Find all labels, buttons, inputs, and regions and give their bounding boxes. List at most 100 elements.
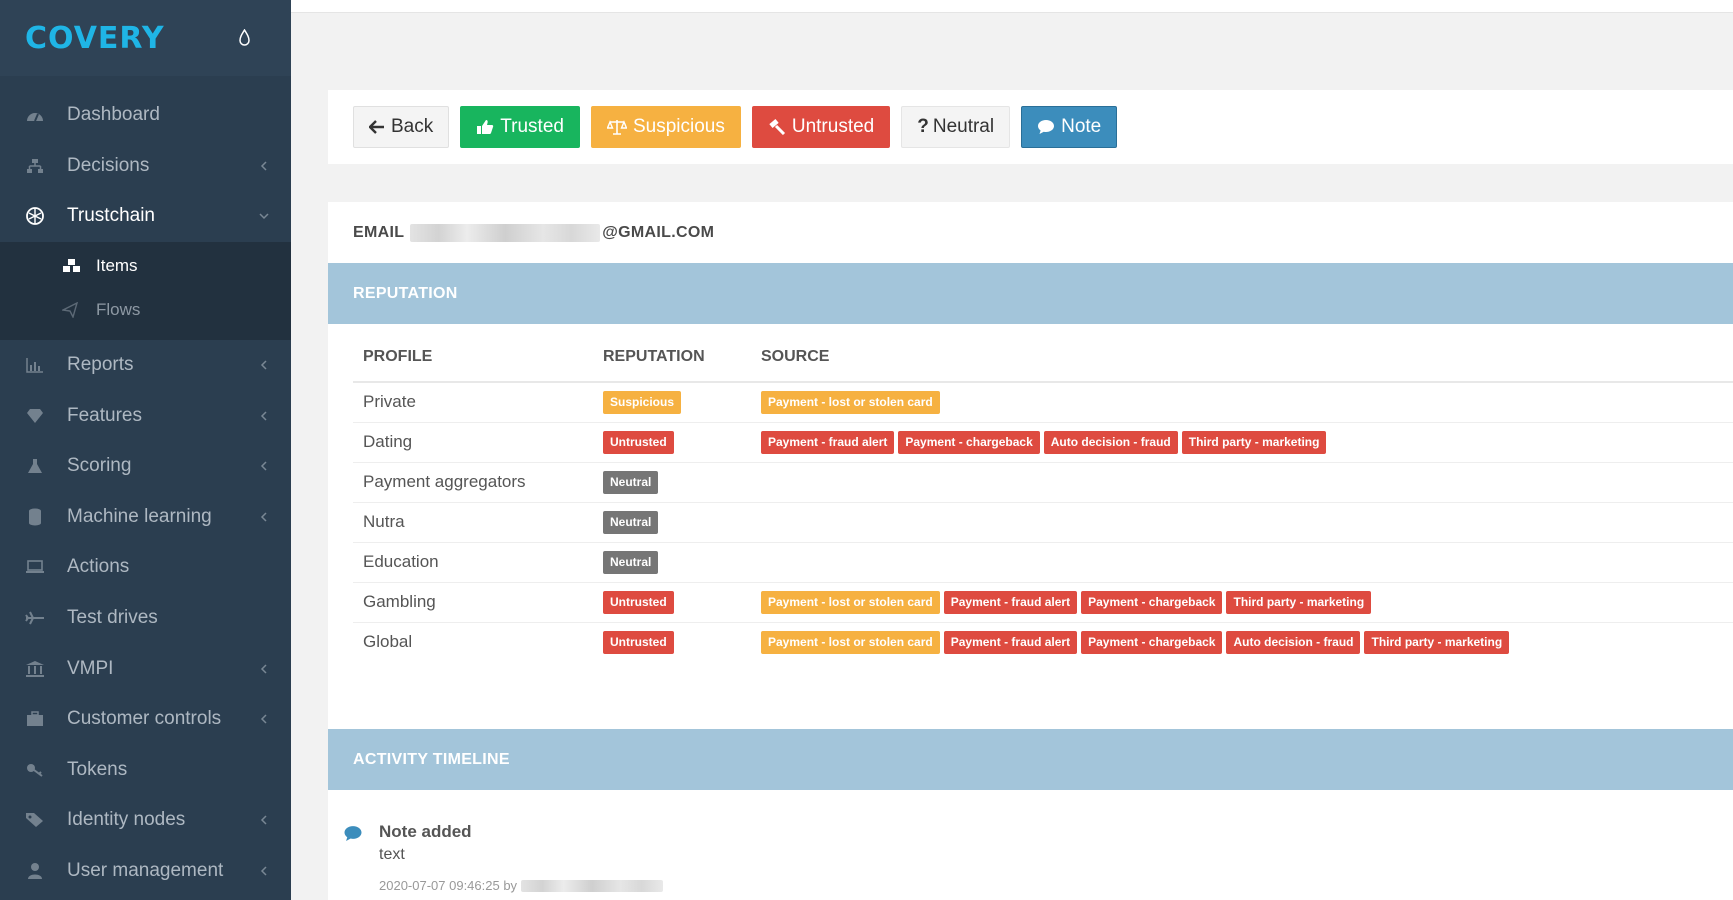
chevron-down-icon	[259, 213, 269, 220]
table-row: Gambling Untrusted Payment - lost or stole…	[353, 581, 1733, 622]
email-redacted-local-part	[410, 223, 601, 242]
timeline-entry-meta: 2020-07-07 09:46:25 by	[379, 878, 665, 893]
cubes-icon	[62, 257, 84, 275]
source-badge: Payment - chargeback	[898, 430, 1040, 454]
chevron-left-icon	[260, 461, 267, 471]
database-icon	[24, 507, 46, 527]
source-badge: Auto decision - fraud	[1043, 430, 1178, 454]
sidebar-item-dashboard[interactable]: Dashboard	[0, 90, 291, 141]
sidebar-item-actions[interactable]: Actions	[0, 542, 291, 593]
paper-plane-icon	[62, 301, 84, 319]
source-cell: Payment - lost or stolen card	[751, 381, 1733, 422]
sidebar-item-test-drives[interactable]: Test drives	[0, 593, 291, 644]
dashboard-icon	[24, 105, 46, 125]
user-icon	[24, 861, 46, 881]
sidebar-subitem-flows[interactable]: Flows	[0, 288, 291, 332]
sidebar-item-label: Customer controls	[67, 708, 222, 730]
sidebar-subitem-items[interactable]: Items	[0, 244, 291, 288]
untrusted-button-label: Untrusted	[791, 116, 875, 137]
chevron-left-icon	[260, 512, 267, 522]
flask-icon	[24, 456, 46, 476]
sitemap-icon	[24, 156, 46, 176]
reputation-cell: Untrusted	[593, 421, 751, 462]
profile-cell: Education	[353, 541, 593, 582]
theme-drop-icon[interactable]	[238, 29, 251, 47]
untrusted-button[interactable]: Untrusted	[751, 106, 891, 148]
source-badge: Payment - chargeback	[1081, 590, 1223, 614]
sidebar-item-label: VMPI	[67, 657, 114, 679]
sidebar-item-vmpi[interactable]: VMPI	[0, 643, 291, 694]
laptop-icon	[24, 557, 46, 577]
sidebar-item-label: Features	[67, 404, 142, 426]
profile-cell: Global	[353, 621, 593, 662]
tags-icon	[24, 810, 46, 830]
trusted-button[interactable]: Trusted	[460, 106, 580, 148]
sidebar-item-scoring[interactable]: Scoring	[0, 441, 291, 492]
reputation-badge: Untrusted	[603, 430, 674, 454]
reputation-table-body: Private Suspicious Payment - lost or stole…	[353, 381, 1733, 662]
sidebar-item-customer-controls[interactable]: Customer controls	[0, 694, 291, 745]
source-badge: Payment - lost or stolen card	[761, 630, 940, 654]
chevron-left-icon	[260, 161, 267, 171]
bar-chart-icon	[24, 355, 46, 375]
reputation-cell: Neutral	[593, 461, 751, 502]
reputation-badge: Untrusted	[603, 630, 674, 654]
reputation-badge: Neutral	[603, 510, 659, 534]
source-badge: Payment - fraud alert	[761, 430, 895, 454]
note-button-label: Note	[1061, 116, 1102, 137]
thumbs-up-icon	[477, 120, 494, 134]
arrow-left-icon	[369, 120, 384, 134]
main-nav: Dashboard Decisions Trustchain Items Flo…	[0, 76, 291, 896]
email-domain: @GMAIL.COM	[602, 223, 715, 241]
sidebar-item-tokens[interactable]: Tokens	[0, 745, 291, 796]
diamond-icon	[24, 406, 46, 426]
sidebar-item-decisions[interactable]: Decisions	[0, 141, 291, 192]
suspicious-button[interactable]: Suspicious	[590, 106, 741, 148]
source-cell: Payment - lost or stolen card Payment - f…	[751, 581, 1733, 622]
item-card: EMAIL @GMAIL.COM REPUTATION PROFILE REPU…	[328, 202, 1733, 900]
column-header-source: SOURCE	[751, 324, 1733, 383]
plane-icon	[24, 608, 46, 628]
brand-bar: COVERY	[0, 0, 291, 76]
source-badge: Third party - marketing	[1226, 590, 1372, 614]
table-row: Education Neutral	[353, 541, 1733, 582]
reputation-cell: Neutral	[593, 541, 751, 582]
comment-icon	[344, 826, 362, 841]
profile-cell: Nutra	[353, 501, 593, 542]
sidebar-item-trustchain[interactable]: Trustchain	[0, 191, 291, 242]
note-button[interactable]: Note	[1021, 106, 1118, 148]
column-header-profile: PROFILE	[353, 324, 593, 383]
reputation-badge: Neutral	[603, 470, 659, 494]
neutral-button[interactable]: ? Neutral	[901, 106, 1011, 148]
sidebar-item-user-management[interactable]: User management	[0, 846, 291, 897]
table-row: Payment aggregators Neutral	[353, 461, 1733, 502]
sidebar-item-reports[interactable]: Reports	[0, 340, 291, 391]
reputation-cell: Suspicious	[593, 381, 751, 422]
table-row: Nutra Neutral	[353, 501, 1733, 542]
profile-cell: Private	[353, 381, 593, 422]
sidebar-item-label: Reports	[67, 354, 134, 376]
activity-timeline-header: ACTIVITY TIMELINE	[328, 729, 1733, 790]
sidebar-item-machine-learning[interactable]: Machine learning	[0, 492, 291, 543]
email-heading: EMAIL @GMAIL.COM	[328, 202, 1733, 263]
chevron-left-icon	[260, 866, 267, 876]
table-header-row: PROFILE REPUTATION SOURCE	[353, 324, 1733, 383]
sidebar-subitem-label: Flows	[96, 299, 141, 319]
covery-logo[interactable]: COVERY	[25, 21, 165, 56]
back-button[interactable]: Back	[353, 106, 450, 148]
source-cell: Payment - lost or stolen card Payment - f…	[751, 621, 1733, 662]
reputation-badge: Suspicious	[603, 390, 682, 414]
sidebar-item-identity-nodes[interactable]: Identity nodes	[0, 795, 291, 846]
reputation-cell: Untrusted	[593, 581, 751, 622]
reputation-section-header: REPUTATION	[328, 263, 1733, 324]
sidebar-item-label: Decisions	[67, 154, 150, 176]
column-header-reputation: REPUTATION	[593, 324, 751, 383]
reputation-cell: Untrusted	[593, 621, 751, 662]
sidebar-item-features[interactable]: Features	[0, 390, 291, 441]
source-badge: Auto decision - fraud	[1226, 630, 1361, 654]
sidebar-item-label: Machine learning	[67, 505, 212, 527]
comment-icon	[1038, 120, 1055, 134]
action-toolbar: Back Trusted Suspicious Untrusted ? Neut…	[328, 90, 1733, 164]
activity-timeline-title: ACTIVITY TIMELINE	[353, 750, 510, 768]
source-cell	[751, 541, 1733, 582]
